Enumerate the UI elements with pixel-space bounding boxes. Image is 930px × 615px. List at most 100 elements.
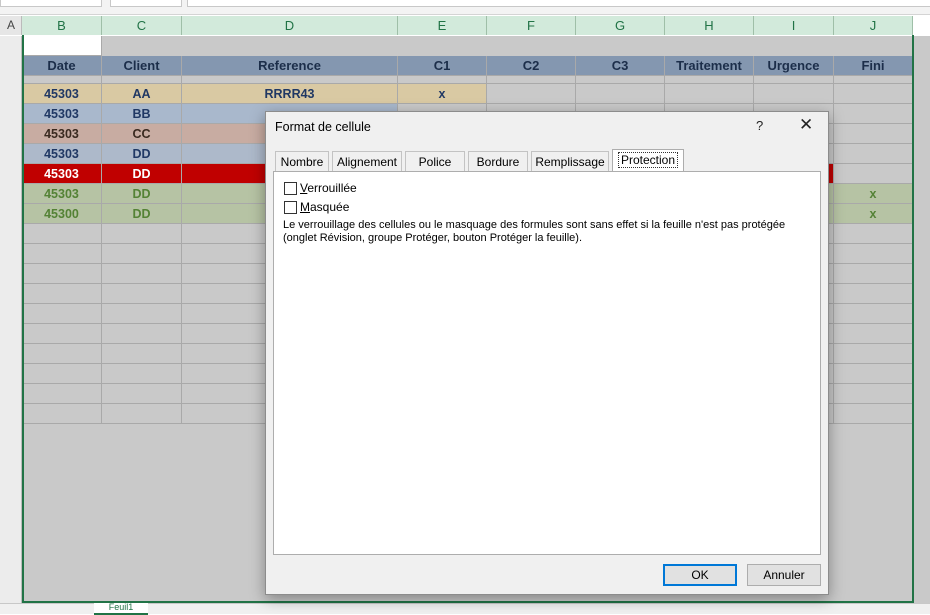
table-cell-client[interactable]: DD (102, 184, 182, 204)
column-header-g[interactable]: G (576, 16, 665, 35)
empty-cell[interactable] (102, 344, 182, 364)
column-header-f[interactable]: F (487, 16, 576, 35)
header-cell[interactable]: C3 (576, 56, 665, 76)
table-cell-client[interactable]: DD (102, 204, 182, 224)
empty-cell[interactable] (834, 364, 913, 384)
table-cell-client[interactable]: AA (102, 84, 182, 104)
close-icon[interactable]: ✕ (799, 116, 813, 134)
cancel-button[interactable]: Annuler (747, 564, 821, 586)
table-cell-fini[interactable] (834, 84, 913, 104)
spacer-cell[interactable] (754, 76, 834, 84)
header-cell[interactable]: Reference (182, 56, 398, 76)
empty-cell[interactable] (834, 284, 913, 304)
spacer-cell[interactable] (22, 76, 102, 84)
empty-cell[interactable] (22, 404, 102, 424)
empty-cell[interactable] (22, 304, 102, 324)
empty-cell[interactable] (22, 344, 102, 364)
tab-alignement[interactable]: Alignement (332, 151, 402, 171)
spacer-cell[interactable] (398, 76, 487, 84)
empty-cell[interactable] (22, 224, 102, 244)
table-cell-fini[interactable]: x (834, 204, 913, 224)
table-cell-date[interactable]: 45300 (22, 204, 102, 224)
empty-cell[interactable] (834, 224, 913, 244)
empty-cell[interactable] (834, 244, 913, 264)
table-cell[interactable] (576, 84, 665, 104)
column-header-e[interactable]: E (398, 16, 487, 35)
table-cell-fini[interactable] (834, 124, 913, 144)
column-header-i[interactable]: I (754, 16, 834, 35)
column-header-h[interactable]: H (665, 16, 754, 35)
column-header-a[interactable]: A (0, 16, 22, 35)
empty-cell[interactable] (102, 304, 182, 324)
table-cell-fini[interactable] (834, 104, 913, 124)
hidden-checkbox[interactable] (284, 201, 297, 214)
empty-cell[interactable] (834, 344, 913, 364)
header-cell[interactable]: C2 (487, 56, 576, 76)
empty-cell[interactable] (22, 364, 102, 384)
tab-police[interactable]: Police (405, 151, 465, 171)
spacer-cell[interactable] (102, 76, 182, 84)
table-cell-reference[interactable]: RRRR43 (182, 84, 398, 104)
table-cell-client[interactable]: DD (102, 164, 182, 184)
column-header-d[interactable]: D (182, 16, 398, 35)
header-cell[interactable]: Fini (834, 56, 913, 76)
tab-bordure[interactable]: Bordure (468, 151, 528, 171)
table-cell-date[interactable]: 45303 (22, 144, 102, 164)
help-button[interactable]: ? (756, 118, 763, 133)
empty-cell[interactable] (102, 264, 182, 284)
formula-input[interactable] (187, 0, 930, 7)
table-cell-date[interactable]: 45303 (22, 164, 102, 184)
header-cell[interactable]: Client (102, 56, 182, 76)
header-cell[interactable]: Date (22, 56, 102, 76)
table-cell[interactable] (754, 84, 834, 104)
table-cell[interactable] (487, 84, 576, 104)
spacer-cell[interactable] (834, 76, 913, 84)
table-cell-client[interactable]: CC (102, 124, 182, 144)
empty-cell[interactable] (834, 304, 913, 324)
spacer-cell[interactable] (665, 76, 754, 84)
tab-protection[interactable]: Protection (612, 149, 684, 172)
table-cell-fini[interactable]: x (834, 184, 913, 204)
active-cell[interactable] (22, 36, 102, 56)
table-cell-date[interactable]: 45303 (22, 84, 102, 104)
row-headers[interactable] (0, 36, 22, 603)
empty-cell[interactable] (834, 404, 913, 424)
spacer-cell[interactable] (182, 76, 398, 84)
empty-cell[interactable] (102, 224, 182, 244)
locked-checkbox[interactable] (284, 182, 297, 195)
tab-nombre[interactable]: Nombre (275, 151, 329, 171)
table-cell-date[interactable]: 45303 (22, 124, 102, 144)
empty-cell[interactable] (22, 264, 102, 284)
empty-cell[interactable] (102, 244, 182, 264)
empty-cell[interactable] (102, 324, 182, 344)
header-cell[interactable]: Traitement (665, 56, 754, 76)
ok-button[interactable]: OK (663, 564, 737, 586)
empty-cell[interactable] (834, 264, 913, 284)
spacer-cell[interactable] (576, 76, 665, 84)
empty-cell[interactable] (834, 324, 913, 344)
table-cell[interactable] (665, 84, 754, 104)
sheet-tab-feuil1[interactable]: Feuil1 (94, 603, 148, 615)
table-cell-fini[interactable] (834, 164, 913, 184)
empty-cell[interactable] (102, 284, 182, 304)
empty-cell[interactable] (22, 284, 102, 304)
tab-remplissage[interactable]: Remplissage (531, 151, 609, 171)
empty-cell[interactable] (102, 384, 182, 404)
header-cell[interactable]: Urgence (754, 56, 834, 76)
name-box[interactable] (0, 0, 102, 7)
spacer-cell[interactable] (487, 76, 576, 84)
empty-cell[interactable] (22, 244, 102, 264)
table-cell-date[interactable]: 45303 (22, 184, 102, 204)
hidden-label[interactable]: Masquée (300, 200, 349, 214)
locked-label[interactable]: Verrouillée (300, 181, 357, 195)
column-header-c[interactable]: C (102, 16, 182, 35)
table-cell-date[interactable]: 45303 (22, 104, 102, 124)
empty-cell[interactable] (834, 384, 913, 404)
empty-cell[interactable] (22, 324, 102, 344)
table-cell-client[interactable]: DD (102, 144, 182, 164)
table-cell-client[interactable]: BB (102, 104, 182, 124)
empty-cell[interactable] (102, 404, 182, 424)
column-header-b[interactable]: B (22, 16, 102, 35)
table-cell-c1[interactable]: x (398, 84, 487, 104)
column-header-j[interactable]: J (834, 16, 913, 35)
